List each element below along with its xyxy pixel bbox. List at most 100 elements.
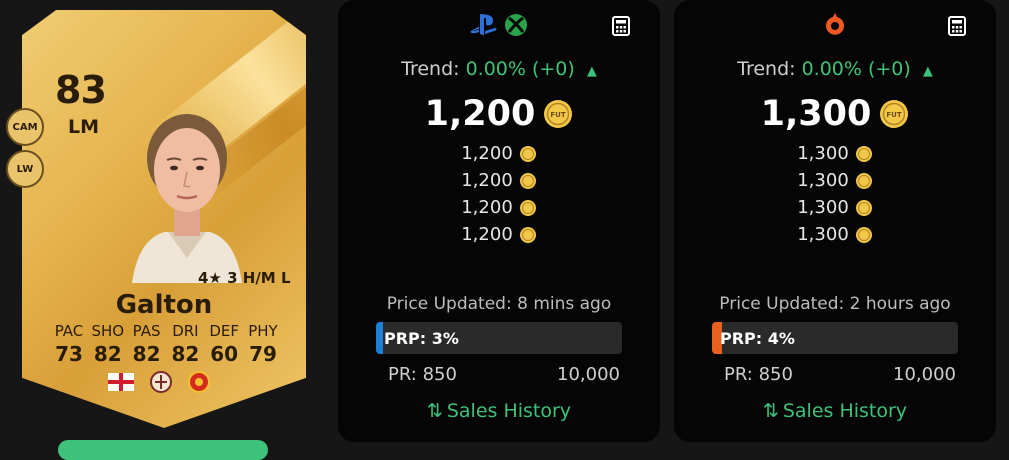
recent-price-value: 1,200 [461,143,513,164]
stat-label: PHY [248,322,278,340]
recent-price-value: 1,200 [461,197,513,218]
price-updated-text: Price Updated: 2 hours ago [719,294,951,314]
stat-label: PAC [54,322,84,340]
fut-coin-icon [855,172,872,189]
fut-coin-icon [519,172,536,189]
sales-history-link[interactable]: ⇅ Sales History [674,400,996,422]
price-panel-console: Trend: 0.00% (+0) ▲ 1,200 FUT 1,200 1,20… [338,0,660,442]
prp-label: PRP: 3% [384,329,459,348]
price-panel-pc: Trend: 0.00% (+0) ▲ 1,300 FUT 1,300 1,30… [674,0,996,442]
lowest-price: 1,200 FUT [338,94,660,134]
stat-value: 82 [93,342,122,366]
recent-prices-list: 1,300 1,300 1,300 1,300 [674,140,996,248]
stat-label: DEF [209,322,240,340]
skills-weakfoot-workrate: 4★ 3 H/M L [198,269,291,287]
fut-coin-icon [855,199,872,216]
player-photo [132,114,242,283]
coin-label: FUT [887,111,902,119]
stat-dri: DRI 82 [166,322,204,366]
price-range-min: PR: 850 [724,364,793,385]
stat-def: DEF 60 [205,322,243,366]
stat-sho: SHO 82 [89,322,127,366]
recent-price-value: 1,200 [461,224,513,245]
trend-line: Trend: 0.00% (+0) ▲ [674,58,996,80]
alt-position-cam[interactable]: CAM [6,108,44,146]
player-position: LM [68,116,100,138]
lowest-price-value: 1,300 [760,94,872,134]
england-flag-icon [108,373,134,391]
playstation-icon [470,14,497,36]
calculator-icon[interactable] [612,16,630,36]
stat-label: PAS [132,322,161,340]
stat-label: SHO [91,322,125,340]
stat-value: 73 [55,342,83,366]
fut-coin-icon [519,226,536,243]
sort-arrows-icon: ⇅ [762,400,779,422]
origin-pc-icon [826,13,844,35]
recent-price-row: 1,200 [338,194,660,221]
fut-coin-icon [855,145,872,162]
recent-price-row: 1,200 [338,140,660,167]
trend-label: Trend: [401,58,460,80]
fut-coin-icon: FUT [544,100,573,128]
price-range: PR: 850 10,000 [388,364,620,385]
recent-price-value: 1,200 [461,170,513,191]
trend-value: 0.00% (+0) [465,58,575,80]
trend-value: 0.00% (+0) [801,58,911,80]
prp-progress-bar: PRP: 4% [712,322,958,354]
stat-value: 60 [210,342,239,366]
prp-progress-bar: PRP: 3% [376,322,622,354]
calculator-icon[interactable] [948,16,966,36]
recent-price-row: 1,300 [674,140,996,167]
price-range: PR: 850 10,000 [724,364,956,385]
recent-price-value: 1,300 [797,224,849,245]
sales-history-label: Sales History [446,400,572,422]
lowest-price-value: 1,200 [424,94,536,134]
sort-arrows-icon: ⇅ [426,400,443,422]
price-updated-text: Price Updated: 8 mins ago [386,294,612,314]
recent-price-row: 1,300 [674,221,996,248]
trend-up-icon: ▲ [586,64,597,79]
lowest-price: 1,300 FUT [674,94,996,134]
recent-price-row: 1,200 [338,221,660,248]
player-stats: PAC 73 SHO 82 PAS 82 DRI 82 DEF 60 PHY 7… [50,322,282,366]
recent-price-row: 1,300 [674,194,996,221]
price-range-min: PR: 850 [388,364,457,385]
recent-prices-list: 1,200 1,200 1,200 1,200 [338,140,660,248]
fut-coin-icon [519,145,536,162]
sales-history-link[interactable]: ⇅ Sales History [338,400,660,422]
stat-label: DRI [172,322,199,340]
prp-progress-fill [376,322,384,354]
league-badge-icon [150,371,172,393]
fut-coin-icon: FUT [880,100,909,128]
trend-line: Trend: 0.00% (+0) ▲ [338,58,660,80]
player-name: Galton [115,290,213,320]
trend-up-icon: ▲ [922,64,933,79]
xbox-icon [505,14,527,36]
recent-price-row: 1,200 [338,167,660,194]
trend-label: Trend: [737,58,796,80]
player-badges [108,370,210,394]
price-range-max: 10,000 [557,364,620,385]
prp-label: PRP: 4% [720,329,795,348]
alt-position-lw[interactable]: LW [6,150,44,188]
stat-value: 82 [132,342,161,366]
fut-coin-icon [855,226,872,243]
stat-pac: PAC 73 [50,322,88,366]
player-card-area: 83 LM CAM LW 4★ 3 H/M L Galton PAC 73 SH… [0,0,330,460]
recent-price-value: 1,300 [797,197,849,218]
action-button[interactable] [58,440,268,460]
coin-label: FUT [551,111,566,119]
stat-value: 82 [171,342,200,366]
recent-price-row: 1,300 [674,167,996,194]
fut-coin-icon [519,199,536,216]
price-range-max: 10,000 [893,364,956,385]
stat-value: 79 [249,342,277,366]
club-crest-icon [188,371,210,393]
sales-history-label: Sales History [782,400,908,422]
player-rating: 83 [55,68,107,112]
stat-pas: PAS 82 [128,322,166,366]
recent-price-value: 1,300 [797,170,849,191]
stat-phy: PHY 79 [244,322,282,366]
recent-price-value: 1,300 [797,143,849,164]
